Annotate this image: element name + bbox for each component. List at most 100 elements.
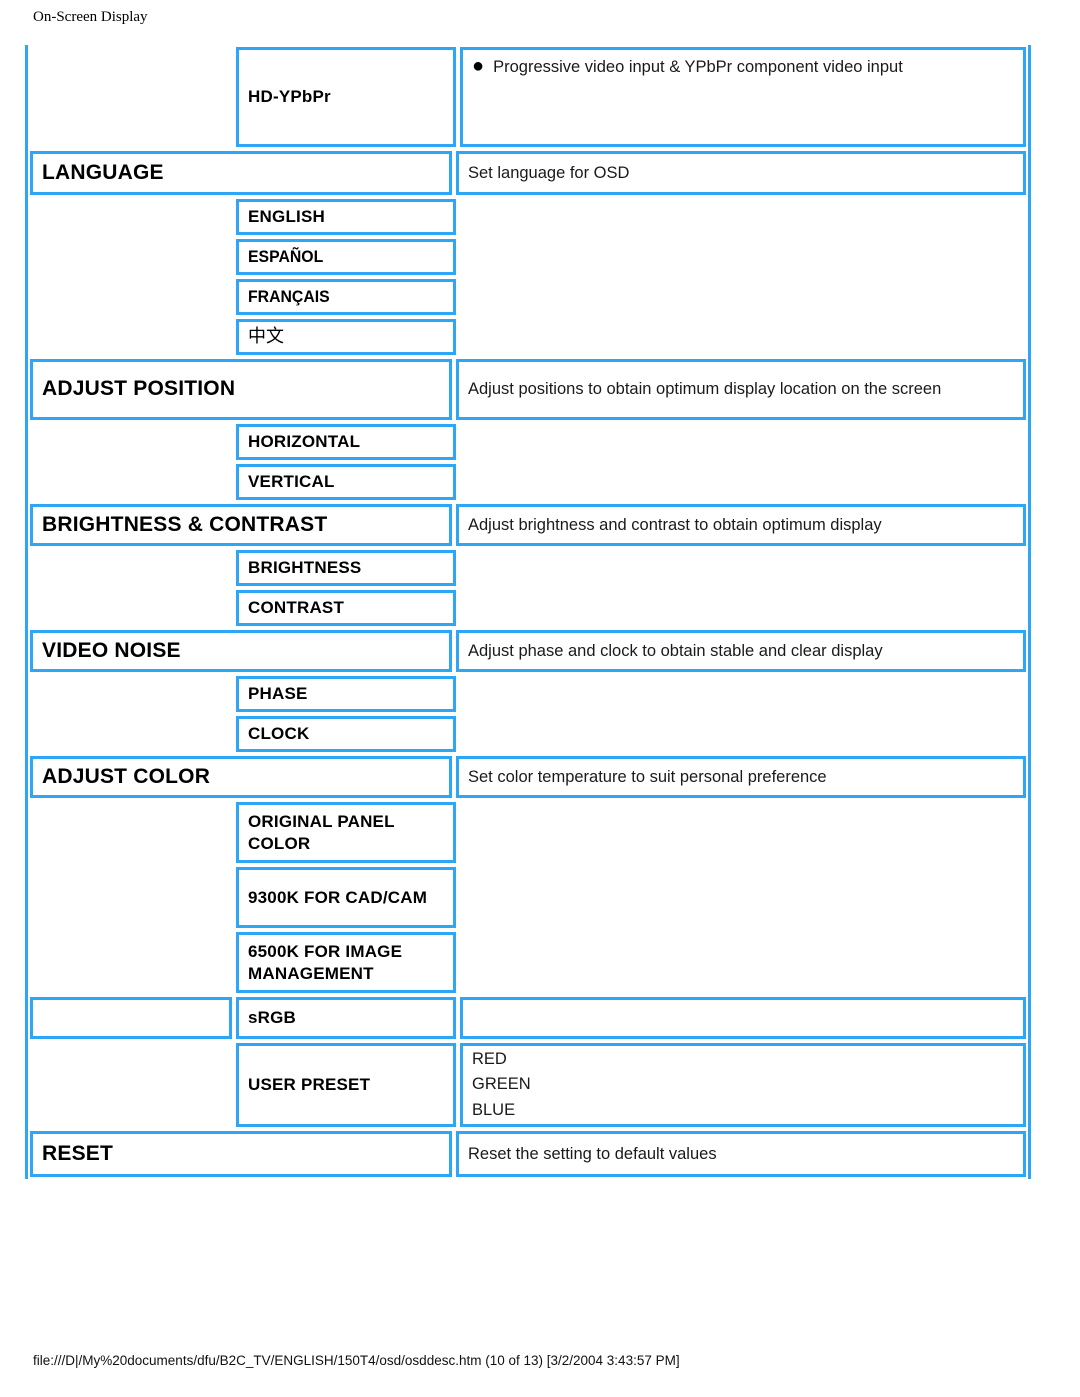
description-reset: Reset the setting to default values xyxy=(456,1131,1026,1177)
menu-item-label: ESPAÑOL xyxy=(248,247,324,267)
menu-section-label: BRIGHTNESS & CONTRAST xyxy=(42,512,328,536)
preset-channel-blue: BLUE xyxy=(472,1100,516,1119)
menu-item-vertical[interactable]: VERTICAL xyxy=(236,464,456,500)
table-row-hd-ypbpr: HD-YPbPr ● Progressive video input & YPb… xyxy=(28,45,1028,149)
menu-item-espanol[interactable]: ESPAÑOL xyxy=(236,239,456,275)
table-row-reset: RESET Reset the setting to default value… xyxy=(28,1129,1028,1179)
spacer-cell xyxy=(30,279,232,315)
table-row-language: LANGUAGE Set language for OSD xyxy=(28,149,1028,197)
menu-item-phase[interactable]: PHASE xyxy=(236,676,456,712)
description-text: Reset the setting to default values xyxy=(468,1144,717,1163)
table-row-brightness-contrast: BRIGHTNESS & CONTRAST Adjust brightness … xyxy=(28,502,1028,548)
menu-item-label: 中文 xyxy=(248,326,284,348)
menu-item-label: CLOCK xyxy=(248,724,310,744)
menu-item-label: ORIGINAL PANEL COLOR xyxy=(248,812,395,853)
menu-item-label: 9300K FOR CAD/CAM xyxy=(248,887,428,907)
spacer-cell xyxy=(30,319,232,355)
description-adjust-color: Set color temperature to suit personal p… xyxy=(456,756,1026,798)
table-row-contrast: CONTRAST xyxy=(28,588,1028,628)
table-row-user-preset: USER PRESET RED GREEN BLUE xyxy=(28,1041,1028,1129)
menu-item-6500k-image-management[interactable]: 6500K FOR IMAGE MANAGEMENT xyxy=(236,932,456,993)
description-text: Progressive video input & YPbPr componen… xyxy=(493,58,903,76)
menu-section-label: RESET xyxy=(42,1141,114,1165)
spacer-cell xyxy=(30,867,232,928)
menu-item-label: CONTRAST xyxy=(248,598,345,618)
page-footer-path: file:///D|/My%20documents/dfu/B2C_TV/ENG… xyxy=(33,1353,680,1368)
menu-item-label: HD-YPbPr xyxy=(248,87,331,107)
spacer-cell xyxy=(460,932,1026,993)
description-video-noise: Adjust phase and clock to obtain stable … xyxy=(456,630,1026,672)
spacer-cell xyxy=(30,424,232,460)
spacer-cell xyxy=(30,590,232,626)
menu-item-chinese[interactable]: 中文 xyxy=(236,319,456,355)
menu-item-contrast[interactable]: CONTRAST xyxy=(236,590,456,626)
table-row-francais: FRANÇAIS xyxy=(28,277,1028,317)
menu-item-label: VERTICAL xyxy=(248,472,335,492)
menu-item-srgb[interactable]: sRGB xyxy=(236,997,456,1039)
menu-item-label: BRIGHTNESS xyxy=(248,558,362,578)
spacer-cell xyxy=(460,590,1026,626)
table-row-brightness: BRIGHTNESS xyxy=(28,548,1028,588)
table-row-espanol: ESPAÑOL xyxy=(28,237,1028,277)
menu-item-9300k-cad-cam[interactable]: 9300K FOR CAD/CAM xyxy=(236,867,456,928)
spacer-cell xyxy=(30,47,232,147)
menu-section-label: VIDEO NOISE xyxy=(42,638,181,662)
menu-item-francais[interactable]: FRANÇAIS xyxy=(236,279,456,315)
spacer-cell xyxy=(460,867,1026,928)
table-row-chinese: 中文 xyxy=(28,317,1028,357)
table-row-6500k: 6500K FOR IMAGE MANAGEMENT xyxy=(28,930,1028,995)
spacer-cell xyxy=(30,550,232,586)
menu-item-label: ENGLISH xyxy=(248,207,325,227)
description-text: Set language for OSD xyxy=(468,163,630,182)
description-brightness-contrast: Adjust brightness and contrast to obtain… xyxy=(456,504,1026,546)
menu-item-brightness[interactable]: BRIGHTNESS xyxy=(236,550,456,586)
menu-item-clock[interactable]: CLOCK xyxy=(236,716,456,752)
spacer-cell xyxy=(460,319,1026,355)
empty-cell-srgb xyxy=(30,997,232,1039)
description-srgb xyxy=(460,997,1026,1039)
table-row-phase: PHASE xyxy=(28,674,1028,714)
preset-channel-red: RED xyxy=(472,1050,507,1069)
spacer-cell xyxy=(460,550,1026,586)
menu-item-english[interactable]: ENGLISH xyxy=(236,199,456,235)
menu-section-video-noise[interactable]: VIDEO NOISE xyxy=(30,630,452,672)
menu-section-label: LANGUAGE xyxy=(42,160,164,184)
description-user-preset: RED GREEN BLUE xyxy=(460,1043,1026,1127)
table-row-srgb: sRGB xyxy=(28,995,1028,1041)
spacer-cell xyxy=(460,239,1026,275)
spacer-cell xyxy=(460,199,1026,235)
spacer-cell xyxy=(460,279,1026,315)
menu-item-label: PHASE xyxy=(248,684,308,704)
table-row-vertical: VERTICAL xyxy=(28,462,1028,502)
menu-section-brightness-contrast[interactable]: BRIGHTNESS & CONTRAST xyxy=(30,504,452,546)
menu-item-hd-ypbpr[interactable]: HD-YPbPr xyxy=(236,47,456,147)
menu-item-label: USER PRESET xyxy=(248,1075,371,1095)
spacer-cell xyxy=(460,716,1026,752)
menu-item-horizontal[interactable]: HORIZONTAL xyxy=(236,424,456,460)
preset-channel-green: GREEN xyxy=(472,1075,531,1094)
spacer-cell xyxy=(460,424,1026,460)
menu-section-adjust-position[interactable]: ADJUST POSITION xyxy=(30,359,452,420)
menu-item-original-panel-color[interactable]: ORIGINAL PANEL COLOR xyxy=(236,802,456,863)
table-row-9300k: 9300K FOR CAD/CAM xyxy=(28,865,1028,930)
bullet-icon: ● xyxy=(472,55,485,77)
spacer-cell xyxy=(460,802,1026,863)
menu-item-label: FRANÇAIS xyxy=(248,287,330,307)
description-text: Set color temperature to suit personal p… xyxy=(468,767,827,786)
menu-item-user-preset[interactable]: USER PRESET xyxy=(236,1043,456,1127)
description-text: Adjust brightness and contrast to obtain… xyxy=(468,515,882,534)
menu-section-language[interactable]: LANGUAGE xyxy=(30,151,452,195)
table-row-adjust-position: ADJUST POSITION Adjust positions to obta… xyxy=(28,357,1028,422)
description-text: Adjust phase and clock to obtain stable … xyxy=(468,641,883,660)
menu-section-adjust-color[interactable]: ADJUST COLOR xyxy=(30,756,452,798)
menu-section-reset[interactable]: RESET xyxy=(30,1131,452,1177)
table-row-original-panel-color: ORIGINAL PANEL COLOR xyxy=(28,800,1028,865)
spacer-cell xyxy=(460,464,1026,500)
spacer-cell xyxy=(30,199,232,235)
spacer-cell xyxy=(30,676,232,712)
page-title: On-Screen Display xyxy=(33,9,148,25)
table-row-clock: CLOCK xyxy=(28,714,1028,754)
table-row-english: ENGLISH xyxy=(28,197,1028,237)
spacer-cell xyxy=(30,1043,232,1127)
spacer-cell xyxy=(30,464,232,500)
